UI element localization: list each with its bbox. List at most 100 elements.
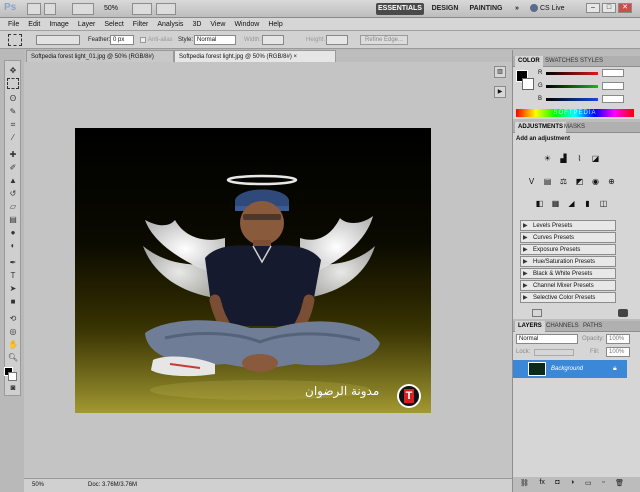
- history-panel-icon[interactable]: ▥: [494, 66, 506, 78]
- menu-view[interactable]: View: [210, 21, 225, 28]
- tab-masks[interactable]: MASKS: [561, 122, 588, 133]
- arrange-documents-icon[interactable]: [132, 3, 152, 15]
- background-color-swatch[interactable]: [8, 372, 17, 381]
- channel-r-input[interactable]: [602, 69, 624, 77]
- link-layers-icon[interactable]: ⛓: [520, 479, 529, 487]
- layer-style-icon[interactable]: fx: [539, 479, 544, 487]
- crop-tool-icon[interactable]: ⌗: [7, 119, 19, 130]
- threshold-icon[interactable]: ◢: [566, 198, 577, 209]
- channel-g-input[interactable]: [602, 82, 624, 90]
- zoom-level[interactable]: 50%: [104, 5, 118, 12]
- gradient-tool-icon[interactable]: ▤: [7, 214, 19, 225]
- zoom-tool-icon[interactable]: 🔍︎: [7, 352, 19, 363]
- lasso-tool-icon[interactable]: ʘ: [7, 93, 19, 104]
- refine-edge-button[interactable]: Refine Edge...: [360, 35, 408, 45]
- style-select[interactable]: Normal: [194, 35, 236, 45]
- clone-stamp-tool-icon[interactable]: ▲: [7, 175, 19, 186]
- workspace-design-button[interactable]: DESIGN: [428, 3, 462, 15]
- channel-mixer-icon[interactable]: ⊕: [606, 176, 617, 187]
- hand-tool-icon[interactable]: ✋: [7, 339, 19, 350]
- menu-3d[interactable]: 3D: [192, 21, 201, 28]
- brush-tool-icon[interactable]: ✐: [7, 162, 19, 173]
- preset-black-white[interactable]: Black & White Presets: [520, 268, 616, 279]
- type-tool-icon[interactable]: T: [7, 270, 19, 281]
- menu-filter[interactable]: Filter: [133, 21, 149, 28]
- width-input[interactable]: [262, 35, 284, 45]
- screen-mode-icon[interactable]: [72, 3, 94, 15]
- invert-icon[interactable]: ◧: [534, 198, 545, 209]
- document-tab-2[interactable]: Softpedia forest light.jpg @ 50% (RGB/8#…: [174, 50, 336, 62]
- black-white-icon[interactable]: ◩: [574, 176, 585, 187]
- height-input[interactable]: [326, 35, 348, 45]
- workspace-essentials-button[interactable]: ESSENTIALS: [376, 3, 424, 15]
- selection-mode-icons[interactable]: [36, 35, 80, 45]
- vibrance-icon[interactable]: V: [526, 176, 537, 187]
- 3d-orbit-tool-icon[interactable]: ◎: [7, 326, 19, 337]
- tab-channels[interactable]: CHANNELS: [543, 321, 582, 332]
- mini-bridge-icon[interactable]: [44, 3, 56, 15]
- channel-b-input[interactable]: [602, 95, 624, 103]
- menu-window[interactable]: Window: [234, 21, 259, 28]
- maximize-button[interactable]: □: [602, 3, 616, 13]
- close-button[interactable]: ✕: [618, 3, 632, 13]
- new-adjustment-layer-icon[interactable]: ◑: [570, 479, 574, 487]
- actions-panel-icon[interactable]: ▶: [494, 86, 506, 98]
- menu-image[interactable]: Image: [49, 21, 68, 28]
- fill-input[interactable]: 100%: [606, 347, 630, 357]
- 3d-rotate-tool-icon[interactable]: ⟲: [7, 313, 19, 324]
- workspace-painting-button[interactable]: PAINTING: [466, 3, 506, 15]
- exposure-icon[interactable]: ◪: [590, 153, 601, 164]
- color-panel-background[interactable]: [522, 78, 534, 90]
- status-zoom[interactable]: 50%: [32, 482, 44, 488]
- pen-tool-icon[interactable]: ✒: [7, 257, 19, 268]
- bridge-icon[interactable]: [27, 3, 41, 15]
- preset-levels[interactable]: Levels Presets: [520, 220, 616, 231]
- tab-color[interactable]: COLOR: [515, 56, 543, 67]
- brightness-contrast-icon[interactable]: ☀: [542, 153, 553, 164]
- color-balance-icon[interactable]: ⚖: [558, 176, 569, 187]
- adjustment-options-icon[interactable]: [618, 309, 628, 317]
- preset-channel-mixer[interactable]: Channel Mixer Presets: [520, 280, 616, 291]
- quick-selection-tool-icon[interactable]: ✎: [7, 106, 19, 117]
- channel-b-slider[interactable]: [546, 98, 598, 101]
- spot-healing-tool-icon[interactable]: ✚: [7, 149, 19, 160]
- tab-swatches[interactable]: SWATCHES: [542, 56, 581, 67]
- delete-layer-icon[interactable]: 🗑︎: [615, 479, 624, 487]
- tab-styles[interactable]: STYLES: [577, 56, 606, 67]
- path-selection-tool-icon[interactable]: ➤: [7, 283, 19, 294]
- antialias-checkbox[interactable]: [140, 37, 146, 43]
- tab-adjustments[interactable]: ADJUSTMENTS: [515, 122, 567, 133]
- channel-g-slider[interactable]: [546, 85, 598, 88]
- selective-color-icon[interactable]: ◫: [598, 198, 609, 209]
- menu-file[interactable]: File: [8, 21, 19, 28]
- opacity-input[interactable]: 100%: [606, 334, 630, 344]
- tab-layers[interactable]: LAYERS: [515, 321, 545, 332]
- new-layer-icon[interactable]: ▫: [602, 479, 604, 487]
- menu-edit[interactable]: Edit: [28, 21, 40, 28]
- blur-tool-icon[interactable]: ●: [7, 227, 19, 238]
- eraser-tool-icon[interactable]: ▱: [7, 201, 19, 212]
- gradient-map-icon[interactable]: ▮: [582, 198, 593, 209]
- menu-help[interactable]: Help: [268, 21, 282, 28]
- document-tab-1[interactable]: Softpedia forest light_01.jpg @ 50% (RGB…: [26, 50, 174, 62]
- menu-select[interactable]: Select: [104, 21, 123, 28]
- document-image[interactable]: مدونة الرضوان T: [75, 128, 431, 413]
- cs-live-menu[interactable]: CS Live: [540, 5, 565, 12]
- preset-selective-color[interactable]: Selective Color Presets: [520, 292, 616, 303]
- levels-icon[interactable]: ▟: [558, 153, 569, 164]
- shape-tool-icon[interactable]: ■: [7, 296, 19, 307]
- posterize-icon[interactable]: ▦: [550, 198, 561, 209]
- menu-analysis[interactable]: Analysis: [157, 21, 183, 28]
- history-brush-tool-icon[interactable]: ↺: [7, 188, 19, 199]
- preset-hue-saturation[interactable]: Hue/Saturation Presets: [520, 256, 616, 267]
- hand-tool-icon[interactable]: [156, 3, 176, 15]
- marquee-tool-icon[interactable]: [7, 78, 19, 89]
- dodge-tool-icon[interactable]: ◐: [7, 240, 19, 251]
- marquee-tool-preset-icon[interactable]: [8, 34, 22, 46]
- layer-name[interactable]: Background: [551, 366, 583, 372]
- eyedropper-tool-icon[interactable]: ⁄: [7, 132, 19, 143]
- more-workspaces-button[interactable]: »: [512, 3, 522, 15]
- feather-input[interactable]: 0 px: [110, 35, 134, 45]
- clip-to-layer-icon[interactable]: [532, 309, 542, 317]
- menu-layer[interactable]: Layer: [78, 21, 96, 28]
